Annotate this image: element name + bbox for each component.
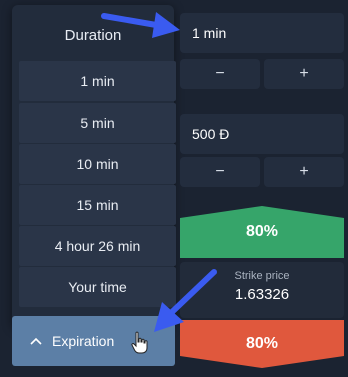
- expiration-label: Expiration: [52, 333, 115, 349]
- duration-option[interactable]: 10 min: [19, 144, 176, 184]
- amount-minus-button[interactable]: −: [180, 157, 260, 187]
- duration-option[interactable]: 15 min: [19, 185, 176, 225]
- duration-option[interactable]: 5 min: [19, 103, 176, 143]
- up-button[interactable]: 80%: [180, 206, 344, 258]
- time-value: 1 min: [192, 25, 227, 41]
- chevron-up-icon: [30, 334, 42, 348]
- amount-field[interactable]: 500 Ð: [180, 114, 344, 154]
- time-minus-button[interactable]: −: [180, 59, 260, 89]
- annotation-arrow-icon: [101, 12, 180, 38]
- hand-cursor-icon: [131, 331, 148, 354]
- amount-plus-button[interactable]: +: [264, 157, 344, 187]
- trade-panel: Duration 1 min 5 min 10 min 15 min 4 hou…: [0, 0, 348, 377]
- amount-value: 500 Ð: [192, 126, 230, 142]
- time-plus-button[interactable]: +: [264, 59, 344, 89]
- duration-option[interactable]: 1 min: [19, 61, 176, 101]
- duration-option[interactable]: 4 hour 26 min: [19, 226, 176, 266]
- time-field[interactable]: 1 min: [180, 13, 344, 53]
- annotation-arrow-icon: [154, 269, 217, 332]
